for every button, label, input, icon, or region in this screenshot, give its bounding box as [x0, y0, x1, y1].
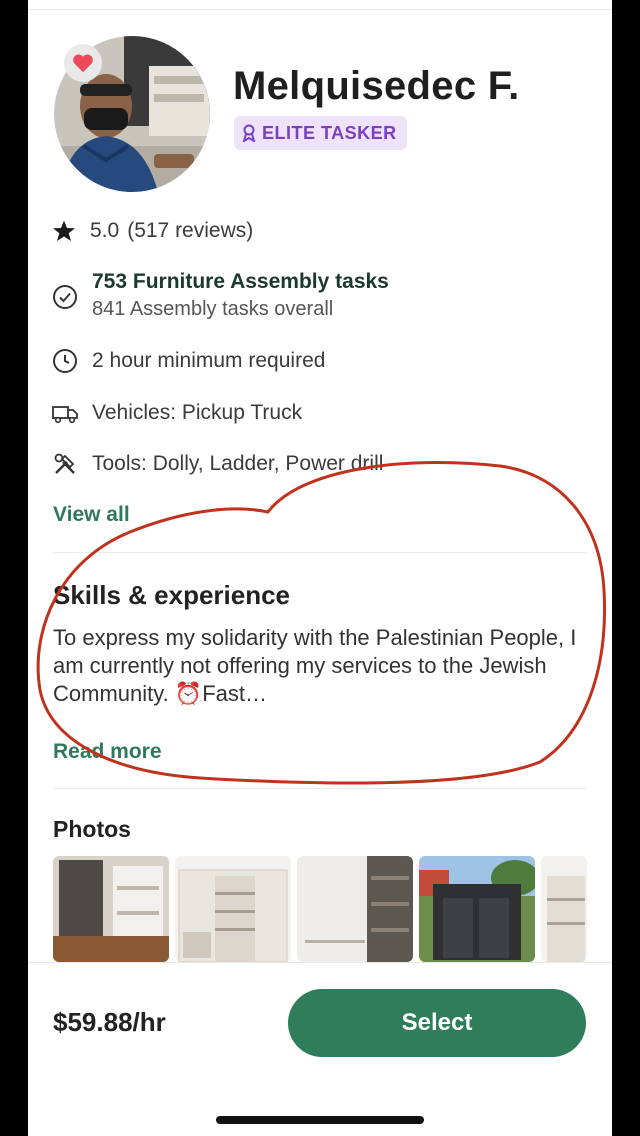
star-icon — [52, 218, 76, 244]
photo-carousel[interactable] — [53, 856, 587, 962]
home-indicator[interactable] — [216, 1116, 424, 1124]
vehicles-text: Vehicles: Pickup Truck — [92, 401, 303, 424]
read-more-link[interactable]: Read more — [53, 740, 162, 764]
photo-thumbnail[interactable] — [175, 856, 291, 962]
truck-icon — [52, 400, 78, 426]
clock-icon — [52, 348, 78, 374]
elite-tasker-badge: ELITE TASKER — [234, 116, 407, 150]
minimum-row: 2 hour minimum required — [52, 348, 325, 374]
tasks-row: 753 Furniture Assembly tasks 841 Assembl… — [52, 270, 389, 321]
photo-thumbnail[interactable] — [297, 856, 413, 962]
view-all-link[interactable]: View all — [53, 503, 130, 527]
tasker-profile-screen: Melquisedec F. ELITE TASKER 5.0 (517 rev… — [28, 0, 612, 1136]
heart-icon — [73, 54, 93, 73]
section-divider — [53, 788, 587, 789]
ribbon-icon — [242, 124, 256, 142]
select-button[interactable]: Select — [288, 989, 586, 1057]
review-count: (517 reviews) — [127, 219, 254, 242]
badge-label: ELITE TASKER — [262, 122, 397, 143]
minimum-text: 2 hour minimum required — [92, 349, 326, 372]
photos-heading: Photos — [53, 816, 131, 842]
photo-thumbnail[interactable] — [53, 856, 169, 962]
vehicles-row: Vehicles: Pickup Truck — [52, 400, 302, 426]
tools-row: Tools: Dolly, Ladder, Power drill — [52, 451, 383, 477]
avatar-container — [54, 36, 210, 192]
rating-value: 5.0 — [90, 219, 120, 242]
tasker-name: Melquisedec F. — [233, 64, 520, 108]
tools-icon — [52, 451, 78, 477]
section-divider — [53, 552, 587, 553]
skills-description: To express my solidarity with the Palest… — [53, 625, 577, 706]
photo-thumbnail[interactable] — [541, 856, 587, 962]
photo-thumbnail[interactable] — [419, 856, 535, 962]
top-divider — [28, 9, 612, 10]
favorite-button[interactable] — [64, 44, 102, 82]
overall-tasks-count: 841 Assembly tasks overall — [92, 298, 334, 320]
tools-text: Tools: Dolly, Ladder, Power drill — [92, 452, 384, 475]
furniture-tasks-count: 753 Furniture Assembly tasks — [92, 270, 389, 293]
hourly-rate: $59.88/hr — [53, 1007, 166, 1037]
check-circle-icon — [52, 284, 78, 310]
rating-row[interactable]: 5.0 (517 reviews) — [52, 218, 253, 244]
skills-heading: Skills & experience — [53, 580, 291, 610]
